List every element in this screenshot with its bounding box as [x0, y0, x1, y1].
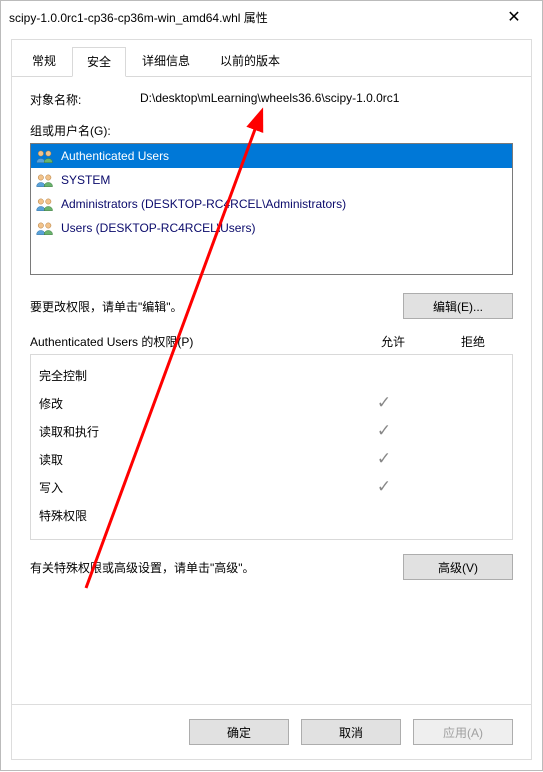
- edit-button[interactable]: 编辑(E)...: [403, 293, 513, 319]
- tab-strip: 常规 安全 详细信息 以前的版本: [12, 40, 531, 77]
- object-name-row: 对象名称: D:\desktop\mLearning\wheels36.6\sc…: [30, 91, 513, 108]
- permission-name: 特殊权限: [39, 507, 344, 524]
- tab-label: 常规: [32, 54, 56, 68]
- properties-window: scipy-1.0.0rc1-cp36-cp36m-win_amd64.whl …: [0, 0, 543, 771]
- permission-name: 读取: [39, 451, 344, 468]
- permission-allow: ✓: [344, 449, 424, 469]
- users-icon: [35, 220, 55, 236]
- permission-allow: ✓: [344, 477, 424, 497]
- tab-security[interactable]: 安全: [72, 47, 126, 77]
- permission-name: 读取和执行: [39, 423, 344, 440]
- permission-row: 特殊权限: [39, 501, 504, 529]
- permissions-list: 完全控制修改✓读取和执行✓读取✓写入✓特殊权限: [30, 354, 513, 540]
- security-tab-body: 对象名称: D:\desktop\mLearning\wheels36.6\sc…: [12, 77, 531, 704]
- permission-name: 完全控制: [39, 367, 344, 384]
- edit-hint-text: 要更改权限，请单击"编辑"。: [30, 298, 403, 315]
- permission-name: 写入: [39, 479, 344, 496]
- user-row[interactable]: Users (DESKTOP-RC4RCEL\Users): [31, 216, 512, 240]
- permissions-header-user: Authenticated Users 的权限(P): [30, 333, 353, 350]
- permissions-header-deny: 拒绝: [433, 333, 513, 350]
- inner-panel: 常规 安全 详细信息 以前的版本 对象名称: D:\desktop\mLearn…: [11, 39, 532, 760]
- permission-allow: ✓: [344, 421, 424, 441]
- permission-row: 修改✓: [39, 389, 504, 417]
- permission-row: 读取和执行✓: [39, 417, 504, 445]
- users-listbox[interactable]: Authenticated Users SYSTEM Administrators …: [30, 143, 513, 275]
- apply-button[interactable]: 应用(A): [413, 719, 513, 745]
- button-label: 取消: [339, 726, 363, 740]
- button-label: 编辑(E)...: [433, 300, 483, 314]
- advanced-button[interactable]: 高级(V): [403, 554, 513, 580]
- window-title: scipy-1.0.0rc1-cp36-cp36m-win_amd64.whl …: [9, 9, 494, 26]
- object-name-label: 对象名称:: [30, 91, 140, 108]
- permission-row: 读取✓: [39, 445, 504, 473]
- permission-row: 写入✓: [39, 473, 504, 501]
- object-name-value: D:\desktop\mLearning\wheels36.6\scipy-1.…: [140, 91, 513, 108]
- edit-row: 要更改权限，请单击"编辑"。 编辑(E)...: [30, 293, 513, 319]
- user-row[interactable]: Authenticated Users: [31, 144, 512, 168]
- user-name: Users (DESKTOP-RC4RCEL\Users): [61, 221, 255, 235]
- user-name: Administrators (DESKTOP-RC4RCEL\Administ…: [61, 197, 346, 211]
- users-icon: [35, 196, 55, 212]
- permissions-header: Authenticated Users 的权限(P) 允许 拒绝: [30, 333, 513, 350]
- tab-details[interactable]: 详细信息: [128, 47, 204, 77]
- tab-label: 安全: [87, 55, 111, 69]
- groups-label: 组或用户名(G):: [30, 122, 513, 139]
- users-icon: [35, 172, 55, 188]
- user-row[interactable]: Administrators (DESKTOP-RC4RCEL\Administ…: [31, 192, 512, 216]
- ok-button[interactable]: 确定: [189, 719, 289, 745]
- tab-label: 详细信息: [142, 54, 190, 68]
- tab-label: 以前的版本: [220, 54, 280, 68]
- permissions-header-allow: 允许: [353, 333, 433, 350]
- close-icon: ✕: [507, 7, 520, 27]
- permission-name: 修改: [39, 395, 344, 412]
- button-label: 应用(A): [443, 726, 483, 740]
- user-name: SYSTEM: [61, 173, 110, 187]
- permission-allow: ✓: [344, 393, 424, 413]
- close-button[interactable]: ✕: [494, 3, 534, 31]
- tab-previous-versions[interactable]: 以前的版本: [206, 47, 294, 77]
- tab-general[interactable]: 常规: [18, 47, 70, 77]
- dialog-footer: 确定 取消 应用(A): [12, 704, 531, 759]
- permission-row: 完全控制: [39, 361, 504, 389]
- titlebar: scipy-1.0.0rc1-cp36-cp36m-win_amd64.whl …: [1, 1, 542, 33]
- button-label: 确定: [227, 726, 251, 740]
- users-icon: [35, 148, 55, 164]
- cancel-button[interactable]: 取消: [301, 719, 401, 745]
- advanced-hint-text: 有关特殊权限或高级设置，请单击"高级"。: [30, 559, 403, 576]
- advanced-row: 有关特殊权限或高级设置，请单击"高级"。 高级(V): [30, 554, 513, 580]
- user-row[interactable]: SYSTEM: [31, 168, 512, 192]
- button-label: 高级(V): [438, 561, 478, 575]
- user-name: Authenticated Users: [61, 149, 169, 163]
